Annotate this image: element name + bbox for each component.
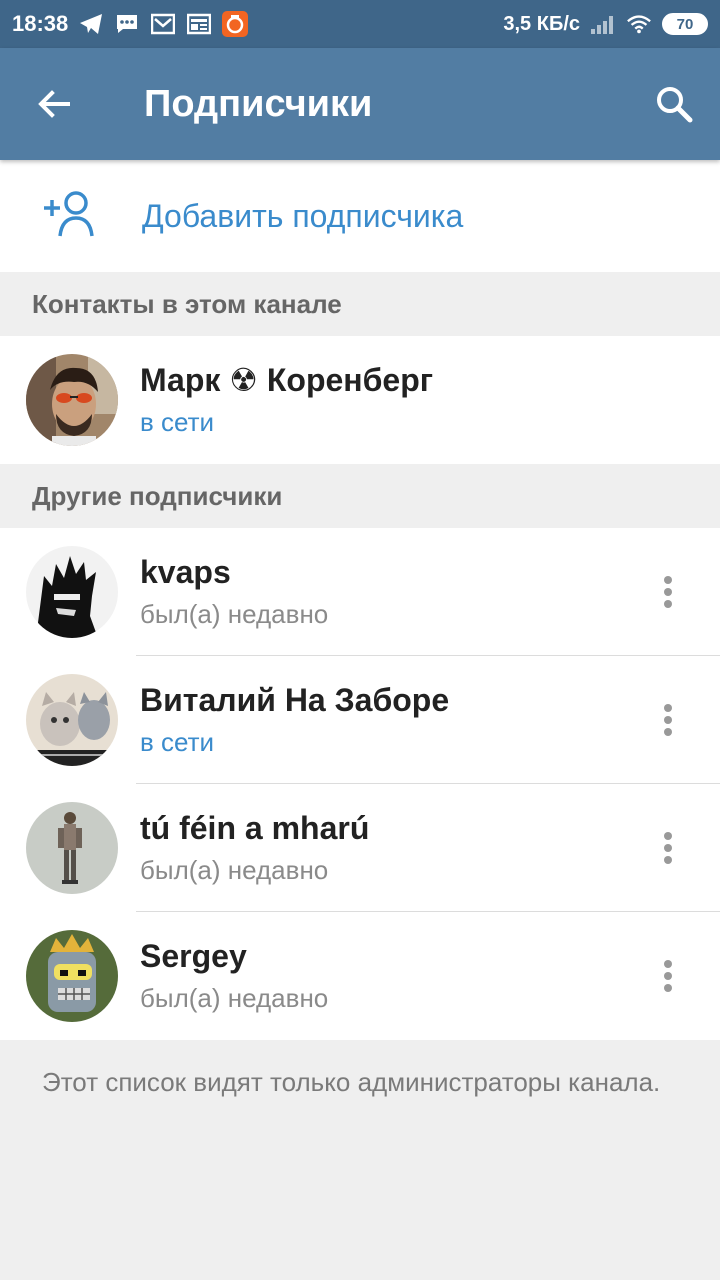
- avatar: [26, 546, 118, 638]
- signal-icon: [590, 13, 616, 35]
- section-header-contacts: Контакты в этом канале: [0, 272, 720, 336]
- more-options-button[interactable]: [648, 568, 688, 616]
- footer-note: Этот список видят только администраторы …: [42, 1067, 661, 1097]
- wifi-icon: [626, 13, 652, 35]
- subscriber-name: Виталий На Заборе: [140, 682, 450, 718]
- add-subscriber-button[interactable]: Добавить подписчика: [0, 160, 720, 272]
- section-header-others: Другие подписчики: [0, 464, 720, 528]
- subscriber-status: в сети: [140, 727, 215, 757]
- news-icon: [186, 13, 212, 35]
- avatar: [26, 930, 118, 1022]
- subscriber-row[interactable]: tú féin a mharú был(а) недавно: [0, 784, 720, 912]
- subscriber-status: был(а) недавно: [140, 855, 329, 885]
- contact-status: в сети: [140, 407, 215, 437]
- search-icon: [657, 87, 693, 123]
- avatar: [26, 802, 118, 894]
- contact-row[interactable]: Марк ☢ Коренберг в сети: [0, 336, 720, 464]
- avatar: [26, 354, 118, 446]
- clock: 18:38: [12, 11, 69, 36]
- network-speed: 3,5 КБ/с: [503, 12, 580, 35]
- subscriber-name: tú féin a mharú: [140, 810, 370, 846]
- add-user-icon: [44, 191, 94, 237]
- arrow-back-icon: [38, 90, 70, 118]
- more-vertical-icon: [664, 576, 672, 608]
- message-icon: [114, 13, 140, 35]
- status-bar: 18:38 3,5 КБ/с 70: [0, 0, 720, 48]
- contact-name: Марк ☢ Коренберг: [140, 362, 434, 398]
- more-options-button[interactable]: [648, 696, 688, 744]
- status-bar-right: 3,5 КБ/с 70: [503, 13, 708, 36]
- more-vertical-icon: [664, 832, 672, 864]
- avatar: [26, 674, 118, 766]
- subscriber-name: Sergey: [140, 938, 247, 974]
- more-options-button[interactable]: [648, 824, 688, 872]
- subscriber-row[interactable]: Виталий На Заборе в сети: [0, 656, 720, 784]
- subscriber-row[interactable]: kvaps был(а) недавно: [0, 528, 720, 656]
- search-button[interactable]: [642, 76, 706, 132]
- add-subscriber-label: Добавить подписчика: [142, 198, 464, 234]
- more-options-button[interactable]: [648, 952, 688, 1000]
- subscriber-status: был(а) недавно: [140, 983, 329, 1013]
- subscriber-name: kvaps: [140, 554, 231, 590]
- back-button[interactable]: [22, 76, 86, 132]
- telegram-icon: [78, 13, 104, 35]
- page-title: Подписчики: [144, 83, 373, 125]
- mail-icon: [150, 13, 176, 35]
- status-bar-left: 18:38: [12, 11, 249, 37]
- more-vertical-icon: [664, 960, 672, 992]
- app-notification-icon: [222, 11, 249, 37]
- subscriber-status: был(а) недавно: [140, 599, 329, 629]
- more-vertical-icon: [664, 704, 672, 736]
- app-bar: Подписчики: [0, 48, 720, 160]
- subscriber-row[interactable]: Sergey был(а) недавно: [0, 912, 720, 1040]
- battery-icon: 70: [662, 13, 708, 35]
